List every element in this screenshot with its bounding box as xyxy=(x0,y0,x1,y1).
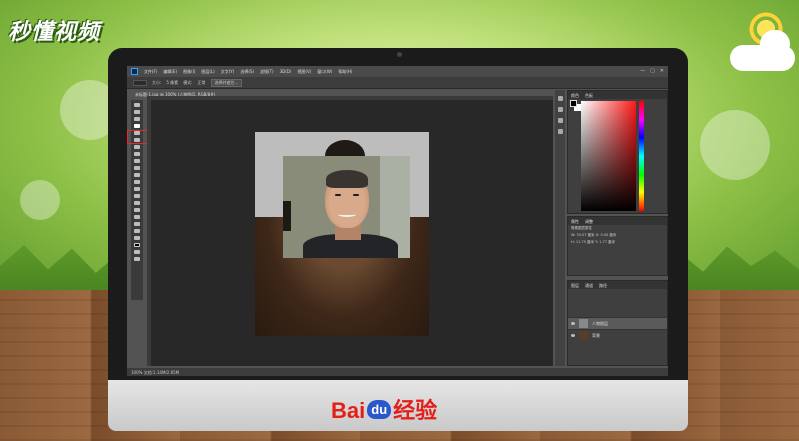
bokeh-light xyxy=(20,180,60,220)
photoshop-window: 文件(F) 编辑(E) 图像(I) 图层(L) 文字(Y) 选择(S) 滤镜(T… xyxy=(127,66,668,376)
color-picker-field[interactable] xyxy=(581,101,636,211)
tab-layers[interactable]: 图层 xyxy=(571,283,579,288)
screen-mode-icon[interactable] xyxy=(134,257,140,261)
layer-name: 人物图层 xyxy=(592,320,608,326)
cloud xyxy=(760,30,790,58)
move-tool-icon[interactable] xyxy=(134,103,140,107)
layers-panel-tabs: 图层 通道 路径 xyxy=(568,281,667,289)
door xyxy=(283,201,291,231)
marquee-tool-icon[interactable] xyxy=(134,110,140,114)
right-eye xyxy=(353,194,359,196)
jingyan-text: 经验 xyxy=(393,399,438,424)
layer-row[interactable]: 背景 xyxy=(568,329,667,341)
foreground-color-swatch[interactable] xyxy=(134,243,140,247)
history-icon[interactable] xyxy=(557,96,563,101)
visibility-eye-icon[interactable] xyxy=(571,322,575,325)
select-and-mask-button[interactable]: 选择并遮住... xyxy=(210,78,243,87)
healing-brush-tool-icon[interactable] xyxy=(134,145,140,149)
mode-select[interactable]: 正常 xyxy=(198,80,206,86)
watermark-logo: 秒懂视频 xyxy=(8,19,101,45)
window-controls: — ▢ ✕ xyxy=(640,68,664,74)
zoom-tool-icon[interactable] xyxy=(134,236,140,240)
visibility-eye-icon[interactable] xyxy=(571,334,575,337)
menu-filter[interactable]: 滤镜(T) xyxy=(260,69,274,75)
history-brush-tool-icon[interactable] xyxy=(134,166,140,170)
menu-help[interactable]: 帮助(H) xyxy=(338,69,352,75)
foreground-color-swatch-panel[interactable] xyxy=(570,100,577,107)
menu-type[interactable]: 文字(Y) xyxy=(221,69,235,75)
webcam-icon xyxy=(397,52,402,57)
shape-tool-icon[interactable] xyxy=(134,222,140,226)
maximize-icon[interactable]: ▢ xyxy=(650,68,655,74)
pen-tool-icon[interactable] xyxy=(134,201,140,205)
ruler-vertical xyxy=(147,96,151,366)
menu-select[interactable]: 选择(S) xyxy=(240,69,254,75)
baidu-paw-icon: du xyxy=(367,400,392,419)
layers-panel: 图层 通道 路径 人物图层 背景 xyxy=(567,280,668,366)
properties-panel: 属性 调整 像素图层属性 W: 33.07 厘米 X: 0.00 厘米 H: 1… xyxy=(567,216,668,276)
properties-title: 像素图层属性 xyxy=(571,226,592,230)
layer-thumbnail xyxy=(579,319,588,328)
brush-tool-icon[interactable] xyxy=(134,152,140,156)
color-panel-tabs: 颜色 色板 xyxy=(568,91,667,99)
options-bar: 大小: 5 像素 模式: 正常 选择并遮住... xyxy=(127,77,668,89)
hair xyxy=(326,170,368,188)
properties-height-y[interactable]: H: 11.75 厘米 Y: 1.77 厘米 xyxy=(568,239,667,246)
gradient-tool-icon[interactable] xyxy=(134,180,140,184)
bokeh-light xyxy=(700,110,770,180)
tab-adjustments[interactable]: 调整 xyxy=(585,219,593,224)
minimize-icon[interactable]: — xyxy=(640,68,645,74)
blur-tool-icon[interactable] xyxy=(134,187,140,191)
path-selection-tool-icon[interactable] xyxy=(134,215,140,219)
layer-name: 背景 xyxy=(592,332,600,338)
tab-properties[interactable]: 属性 xyxy=(571,219,579,224)
layer-row[interactable]: 人物图层 xyxy=(568,317,667,329)
baidu-text: Bai xyxy=(331,398,366,423)
menu-file[interactable]: 文件(F) xyxy=(144,69,157,75)
adjust-icon[interactable] xyxy=(557,118,563,123)
tab-swatches[interactable]: 色板 xyxy=(585,93,593,98)
clone-stamp-tool-icon[interactable] xyxy=(134,159,140,163)
baidu-jingyan-logo: Bai du 经验 xyxy=(331,393,437,425)
type-tool-icon[interactable] xyxy=(134,208,140,212)
smile xyxy=(338,212,356,217)
tab-channels[interactable]: 通道 xyxy=(585,283,593,288)
left-eye xyxy=(335,194,341,196)
layer-thumbnail xyxy=(579,331,588,340)
portrait-layer-image[interactable] xyxy=(283,156,410,258)
status-bar: 100% 文档:1.14M/2.65M xyxy=(127,368,668,376)
tab-color[interactable]: 颜色 xyxy=(571,93,579,98)
photoshop-logo-icon xyxy=(131,68,138,75)
quick-mask-icon[interactable] xyxy=(134,250,140,254)
size-value[interactable]: 5 像素 xyxy=(166,80,178,86)
hue-slider[interactable] xyxy=(639,101,644,211)
menu-bar: 文件(F) 编辑(E) 图像(I) 图层(L) 文字(Y) 选择(S) 滤镜(T… xyxy=(127,66,668,77)
info-icon[interactable] xyxy=(557,129,563,134)
properties-width-x[interactable]: W: 33.07 厘米 X: 0.00 厘米 xyxy=(568,232,667,239)
menu-edit[interactable]: 编辑(E) xyxy=(163,69,177,75)
menu-3d[interactable]: 3D(D) xyxy=(280,69,292,74)
menu-layer[interactable]: 图层(L) xyxy=(201,69,214,75)
tool-preset-picker[interactable] xyxy=(133,79,147,86)
properties-panel-tabs: 属性 调整 xyxy=(568,217,667,225)
properties-icon[interactable] xyxy=(557,107,563,112)
lasso-tool-icon[interactable] xyxy=(134,117,140,121)
dodge-tool-icon[interactable] xyxy=(134,194,140,198)
close-icon[interactable]: ✕ xyxy=(660,68,664,74)
ruler-horizontal xyxy=(147,96,553,100)
layer-filter-controls xyxy=(568,289,667,317)
menu-image[interactable]: 图像(I) xyxy=(183,69,195,75)
quick-selection-tool-icon[interactable] xyxy=(134,124,140,128)
menu-window[interactable]: 窗口(W) xyxy=(317,69,332,75)
hand-tool-icon[interactable] xyxy=(134,229,140,233)
menu-view[interactable]: 视图(V) xyxy=(297,69,311,75)
eraser-tool-icon[interactable] xyxy=(134,173,140,177)
collapsed-panel-dock xyxy=(555,90,565,366)
tab-paths[interactable]: 路径 xyxy=(599,283,607,288)
mode-label: 模式: xyxy=(183,79,193,85)
size-label: 大小: xyxy=(152,79,162,85)
